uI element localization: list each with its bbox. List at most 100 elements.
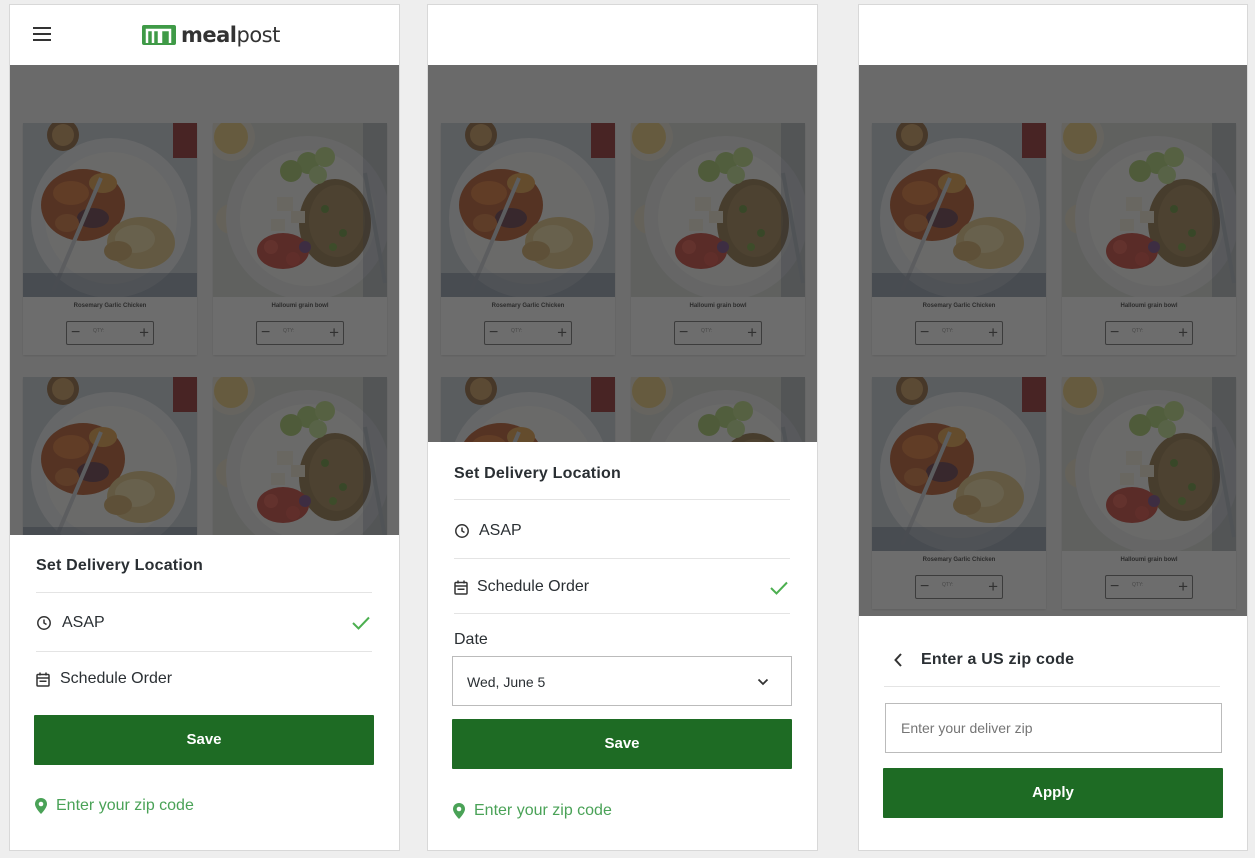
clock-icon bbox=[455, 524, 469, 538]
quantity-stepper[interactable]: − QTY: + bbox=[484, 321, 572, 345]
meal-card[interactable] bbox=[631, 377, 805, 442]
check-icon bbox=[352, 616, 370, 630]
quantity-stepper[interactable]: − QTY: + bbox=[915, 321, 1003, 345]
meal-card[interactable]: Rosemary Garlic Chicken − QTY: + bbox=[872, 123, 1046, 355]
delivery-sheet: Set Delivery Location ASAP Schedule Orde… bbox=[10, 535, 399, 850]
quantity-stepper[interactable]: − QTY: + bbox=[66, 321, 154, 345]
option-schedule[interactable]: Schedule Order bbox=[36, 661, 372, 697]
option-schedule-label: Schedule Order bbox=[477, 578, 590, 595]
logo[interactable]: mealpost bbox=[140, 21, 280, 49]
meal-image bbox=[872, 123, 1046, 297]
menu-icon[interactable] bbox=[33, 27, 51, 41]
increase-button[interactable]: + bbox=[329, 322, 339, 343]
decrease-button[interactable]: − bbox=[261, 323, 270, 343]
meal-image bbox=[213, 123, 387, 297]
date-select[interactable]: Wed, June 5 bbox=[452, 656, 792, 706]
qty-label: QTY: bbox=[701, 328, 713, 334]
meal-card[interactable]: Halloumi grain bowl − QTY: + bbox=[213, 123, 387, 355]
decrease-button[interactable]: − bbox=[920, 323, 929, 343]
phone-screen-zip: Rosemary Garlic Chicken − QTY: + Halloum… bbox=[858, 4, 1248, 851]
meal-card[interactable]: Rosemary Garlic Chicken − QTY: + bbox=[872, 377, 1046, 609]
meal-name: Rosemary Garlic Chicken bbox=[922, 303, 996, 309]
quantity-stepper[interactable]: − QTY: + bbox=[1105, 575, 1193, 599]
top-bar bbox=[428, 5, 817, 65]
calendar-icon bbox=[36, 672, 50, 687]
top-bar: mealpost bbox=[10, 5, 399, 65]
top-bar bbox=[859, 5, 1247, 65]
meal-card[interactable] bbox=[23, 377, 197, 535]
decrease-button[interactable]: − bbox=[679, 323, 688, 343]
increase-button[interactable]: + bbox=[988, 322, 998, 343]
increase-button[interactable]: + bbox=[1178, 576, 1188, 597]
quantity-stepper[interactable]: − QTY: + bbox=[915, 575, 1003, 599]
increase-button[interactable]: + bbox=[1178, 322, 1188, 343]
sheet-title: Set Delivery Location bbox=[36, 557, 203, 574]
apply-button[interactable]: Apply bbox=[883, 768, 1223, 818]
meal-name: Rosemary Garlic Chicken bbox=[922, 557, 996, 563]
meal-card[interactable]: Halloumi grain bowl − QTY: + bbox=[631, 123, 805, 355]
logo-icon bbox=[142, 25, 176, 45]
option-asap[interactable]: ASAP bbox=[454, 513, 790, 549]
increase-button[interactable]: + bbox=[988, 576, 998, 597]
meal-card[interactable] bbox=[441, 377, 615, 442]
meal-name: Rosemary Garlic Chicken bbox=[491, 303, 565, 309]
meal-card[interactable] bbox=[213, 377, 387, 535]
quantity-stepper[interactable]: − QTY: + bbox=[674, 321, 762, 345]
meal-grid: Rosemary Garlic Chicken − QTY: + Halloum… bbox=[10, 65, 399, 535]
increase-button[interactable]: + bbox=[747, 322, 757, 343]
increase-button[interactable]: + bbox=[139, 322, 149, 343]
meal-card[interactable]: Rosemary Garlic Chicken − QTY: + bbox=[441, 123, 615, 355]
option-schedule[interactable]: Schedule Order bbox=[454, 569, 790, 605]
calendar-icon bbox=[454, 580, 468, 595]
decrease-button[interactable]: − bbox=[489, 323, 498, 343]
meal-name: Halloumi grain bowl bbox=[271, 303, 329, 309]
meal-name: Halloumi grain bowl bbox=[1120, 303, 1178, 309]
meal-name: Rosemary Garlic Chicken bbox=[73, 303, 147, 309]
divider bbox=[36, 651, 372, 652]
qty-label: QTY: bbox=[511, 328, 523, 334]
option-asap-label: ASAP bbox=[62, 614, 105, 631]
option-asap[interactable]: ASAP bbox=[36, 605, 372, 641]
qty-label: QTY: bbox=[93, 328, 105, 334]
zip-input[interactable] bbox=[885, 703, 1222, 753]
zip-code-link[interactable]: Enter your zip code bbox=[452, 802, 612, 820]
chevron-down-icon bbox=[757, 678, 769, 686]
save-button[interactable]: Save bbox=[452, 719, 792, 769]
quantity-stepper[interactable]: − QTY: + bbox=[1105, 321, 1193, 345]
divider bbox=[454, 499, 790, 500]
meal-grid: Rosemary Garlic Chicken − QTY: + Halloum… bbox=[428, 65, 817, 442]
decrease-button[interactable]: − bbox=[71, 323, 80, 343]
meal-card[interactable]: Halloumi grain bowl − QTY: + bbox=[1062, 377, 1236, 609]
meal-card[interactable]: Halloumi grain bowl − QTY: + bbox=[1062, 123, 1236, 355]
decrease-button[interactable]: − bbox=[1110, 323, 1119, 343]
qty-label: QTY: bbox=[283, 328, 295, 334]
decrease-button[interactable]: − bbox=[920, 577, 929, 597]
divider bbox=[884, 686, 1220, 687]
quantity-stepper[interactable]: − QTY: + bbox=[256, 321, 344, 345]
meal-image bbox=[23, 123, 197, 297]
meal-image bbox=[23, 377, 197, 535]
meal-image bbox=[213, 377, 387, 535]
sheet-title: Set Delivery Location bbox=[454, 465, 621, 482]
zip-sheet: Enter a US zip code Apply bbox=[859, 616, 1247, 850]
delivery-sheet: Set Delivery Location ASAP Schedule Orde… bbox=[428, 442, 817, 850]
option-schedule-label: Schedule Order bbox=[60, 670, 173, 687]
meal-image bbox=[631, 377, 805, 442]
phone-screen-asap: mealpost Rosemary Garlic Chicken − QTY: … bbox=[9, 4, 400, 851]
date-label: Date bbox=[454, 631, 488, 648]
zip-code-link[interactable]: Enter your zip code bbox=[34, 797, 194, 815]
qty-label: QTY: bbox=[942, 328, 954, 334]
save-button[interactable]: Save bbox=[34, 715, 374, 765]
decrease-button[interactable]: − bbox=[1110, 577, 1119, 597]
meal-card[interactable]: Rosemary Garlic Chicken − QTY: + bbox=[23, 123, 197, 355]
chevron-left-icon[interactable] bbox=[893, 652, 903, 668]
qty-label: QTY: bbox=[1132, 328, 1144, 334]
date-select-value: Wed, June 5 bbox=[467, 674, 546, 690]
meal-image bbox=[631, 123, 805, 297]
meal-grid: Rosemary Garlic Chicken − QTY: + Halloum… bbox=[859, 65, 1247, 616]
meal-name: Halloumi grain bowl bbox=[1120, 557, 1178, 563]
location-pin-icon bbox=[35, 798, 47, 814]
qty-label: QTY: bbox=[1132, 582, 1144, 588]
increase-button[interactable]: + bbox=[557, 322, 567, 343]
zip-code-link-label: Enter your zip code bbox=[474, 802, 612, 819]
